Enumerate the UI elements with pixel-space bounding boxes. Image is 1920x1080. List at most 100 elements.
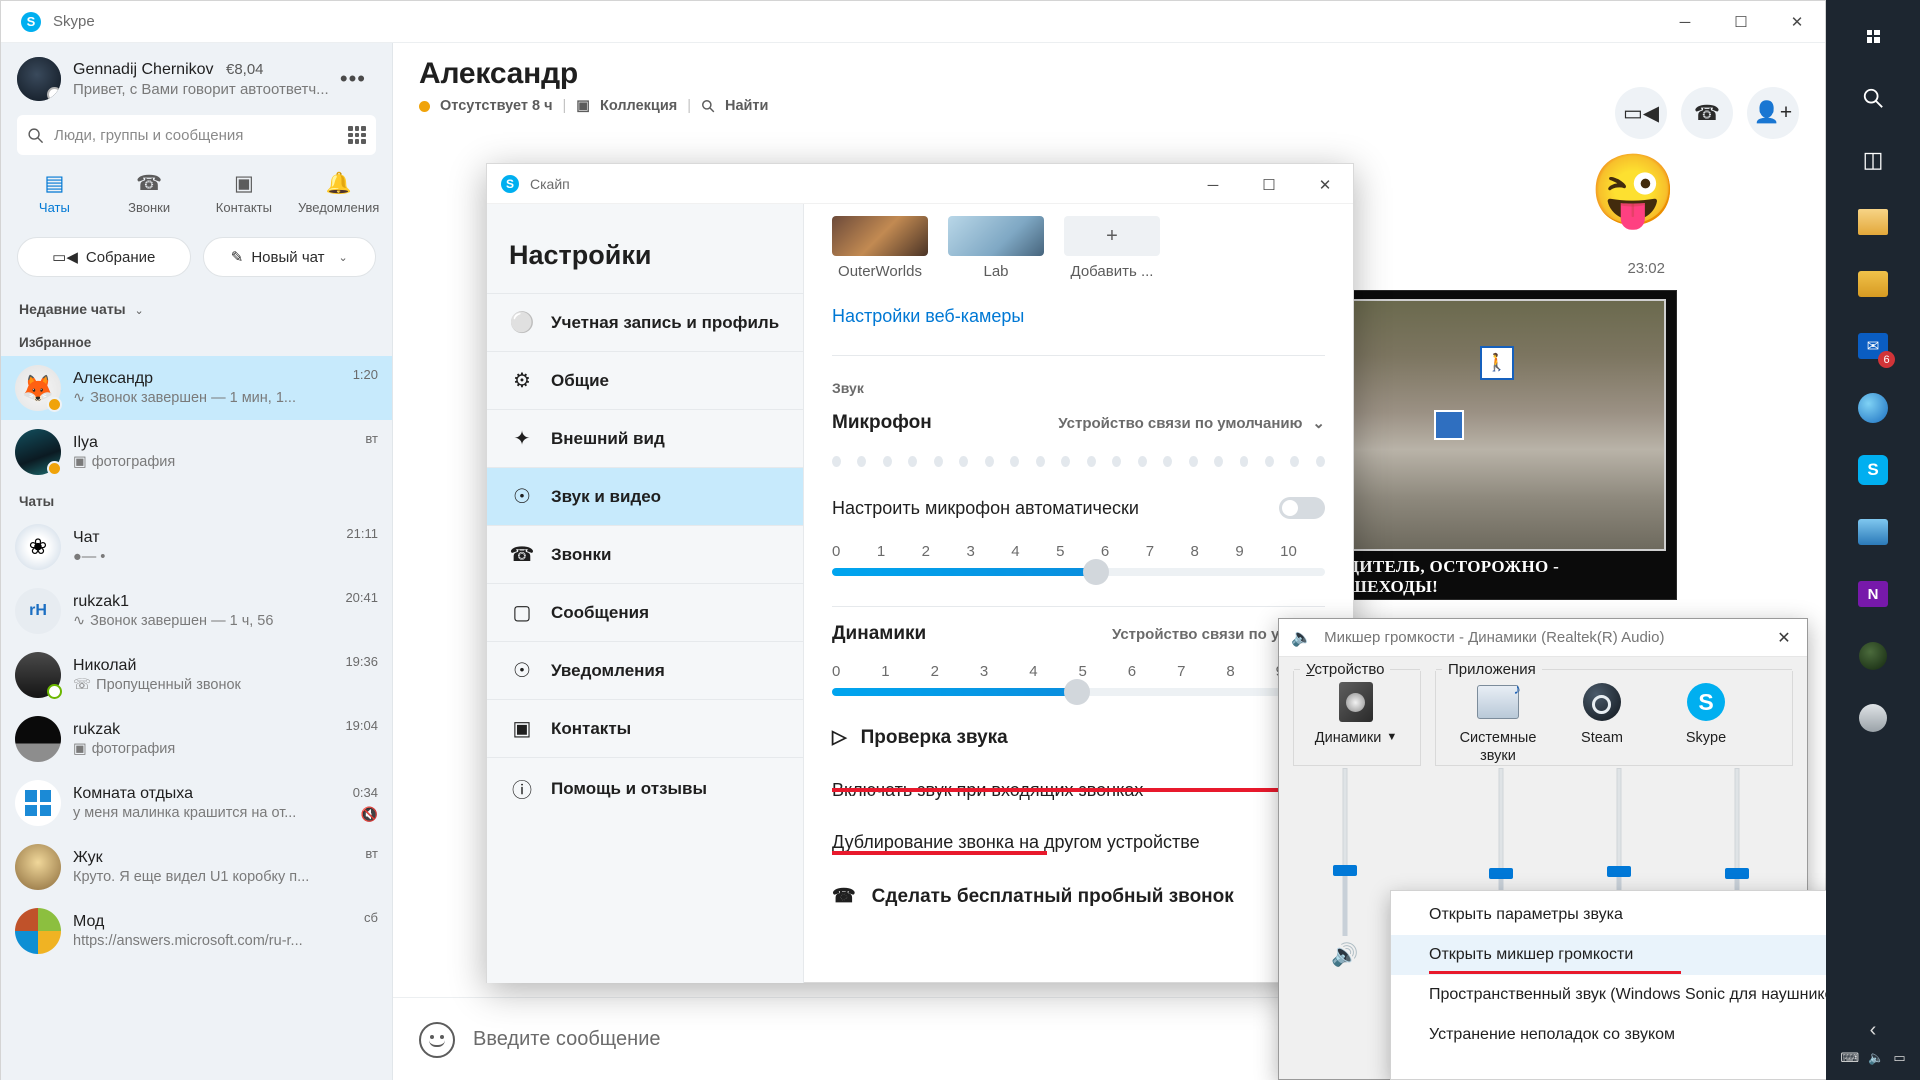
search-icon[interactable] [1845, 70, 1901, 126]
skype-taskbar-icon[interactable]: S [1845, 442, 1901, 498]
chat-time: 19:36 [345, 654, 378, 669]
tab-notifications-label: Уведомления [297, 200, 380, 215]
chat-list-item-aleksandr[interactable]: 🦊 Александр ∿ Звонок завершен — 1 мин, 1… [1, 356, 392, 420]
store-icon[interactable] [1845, 256, 1901, 312]
tab-notifications[interactable]: 🔔 Уведомления [291, 165, 386, 225]
chevron-down-icon[interactable]: ▼ [1386, 731, 1397, 745]
microphone-device-select[interactable]: Устройство связи по умолчанию ⌄ [1058, 414, 1325, 433]
auto-mic-toggle[interactable] [1279, 497, 1325, 519]
webcam-settings-link[interactable]: Настройки веб-камеры [832, 306, 1024, 327]
chevron-down-icon: ⌄ [1312, 415, 1325, 432]
settings-icon[interactable] [1845, 690, 1901, 746]
settings-nav-help[interactable]: ⓘ Помощь и отзывы [487, 757, 803, 819]
settings-nav-label: Общие [551, 370, 609, 390]
mixer-channel-skype[interactable]: S Skype [1654, 679, 1758, 765]
video-call-button[interactable]: ▭◀ [1615, 87, 1667, 139]
free-call-button[interactable]: ☎ Сделать бесплатный пробный звонок [832, 885, 1325, 908]
file-explorer-icon[interactable] [1845, 194, 1901, 250]
fader-speakers[interactable] [1293, 768, 1397, 937]
tab-chats[interactable]: ▤ Чаты [7, 165, 102, 225]
search-icon [701, 100, 715, 113]
camera-preset-add[interactable]: + Добавить ... [1064, 216, 1160, 280]
chat-list-item-chat[interactable]: ❀ Чат ●— • 21:11 [1, 515, 392, 579]
speakers-slider[interactable] [832, 679, 1325, 705]
chat-list-item-komnata-otdyha[interactable]: Комната отдыха у меня малинка крашится н… [1, 771, 392, 835]
settings-close-button[interactable]: ✕ [1297, 164, 1353, 206]
dialpad-icon[interactable] [348, 126, 366, 144]
mute-button-speakers[interactable]: 🔊 [1293, 936, 1397, 968]
tab-calls[interactable]: ☎ Звонки [102, 165, 197, 225]
chat-preview-text: https://answers.microsoft.com/ru-r... [73, 933, 303, 949]
profile-more-button[interactable]: ••• [330, 68, 376, 90]
windows-start-icon[interactable] [1845, 8, 1901, 64]
chat-list-item-zhuk[interactable]: Жук Круто. Я еще видел U1 коробку п... в… [1, 835, 392, 899]
mixer-channel-name: Системные звуки [1459, 730, 1537, 765]
mixer-channel-name: Skype [1685, 730, 1727, 746]
settings-nav-audio-video[interactable]: ☉ Звук и видео [487, 467, 803, 525]
tray-expand-chevron-icon[interactable]: ‹ [1870, 1019, 1877, 1042]
chat-preview: ●— • [73, 549, 334, 565]
settings-nav-appearance[interactable]: ✦ Внешний вид [487, 409, 803, 467]
image-icon: ▣ [73, 741, 87, 757]
task-view-icon[interactable]: ◫ [1845, 132, 1901, 188]
settings-nav-contacts[interactable]: ▣ Контакты [487, 699, 803, 757]
settings-nav-calls[interactable]: ☎ Звонки [487, 525, 803, 583]
settings-minimize-button[interactable]: ─ [1185, 164, 1241, 206]
settings-nav-account[interactable]: ⚪ Учетная запись и профиль [487, 293, 803, 351]
mixer-channel-system-sounds[interactable]: Системные звуки [1446, 679, 1550, 765]
action-buttons: ▭◀ Собрание ✎ Новый чат ⌄ [1, 225, 392, 287]
context-menu-label: Пространственный звук (Windows Sonic для… [1429, 986, 1848, 1003]
sidebar: Gennadij Chernikov €8,04 Привет, с Вами … [1, 43, 393, 1080]
divider [832, 355, 1325, 356]
search-input[interactable]: Люди, группы и сообщения [17, 115, 376, 155]
keyboard-icon[interactable]: ⌨ [1840, 1050, 1859, 1066]
find-link[interactable]: Найти [725, 98, 768, 114]
mixer-channel-speakers[interactable]: Динамики ▼ [1304, 679, 1408, 747]
camera-preset-outerworlds[interactable]: OuterWorlds [832, 216, 928, 280]
browser-icon[interactable] [1845, 380, 1901, 436]
chat-list-item-ilya[interactable]: Ilya ▣ фотография вт [1, 420, 392, 484]
settings-nav-general[interactable]: ⚙ Общие [487, 351, 803, 409]
close-button[interactable]: ✕ [1769, 1, 1825, 43]
notes-icon[interactable] [1845, 504, 1901, 560]
mixer-channel-steam[interactable]: Steam [1550, 679, 1654, 765]
collection-link[interactable]: Коллекция [600, 98, 677, 114]
avatar [15, 429, 62, 476]
audio-call-button[interactable]: ☎ [1681, 87, 1733, 139]
tab-contacts[interactable]: ▣ Контакты [197, 165, 292, 225]
mixer-close-button[interactable]: ✕ [1761, 619, 1807, 656]
minimize-button[interactable]: ─ [1657, 1, 1713, 43]
settings-maximize-button[interactable]: ☐ [1241, 164, 1297, 206]
message-photo[interactable]: 🚶 ВОДИТЕЛЬ, ОСТОРОЖНО - ПЕШЕХОДЫ! [1322, 290, 1677, 600]
chat-time: вт [365, 846, 378, 861]
chat-list-item-rukzak[interactable]: rukzak ▣ фотография 19:04 [1, 707, 392, 771]
add-people-button[interactable]: 👤+ [1747, 87, 1799, 139]
onenote-icon[interactable]: N [1845, 566, 1901, 622]
contacts-icon: ▣ [233, 172, 254, 195]
chat-list-item-rukzak1[interactable]: rH rukzak1 ∿ Звонок завершен — 1 ч, 56 2… [1, 579, 392, 643]
meeting-button[interactable]: ▭◀ Собрание [17, 237, 191, 277]
microphone-label: Микрофон [832, 412, 932, 433]
microphone-slider[interactable] [832, 559, 1325, 585]
chat-preview: ∿ Звонок завершен — 1 ч, 56 [73, 613, 333, 629]
chat-list-item-nikolay[interactable]: Николай ☏ Пропущенный звонок 19:36 [1, 643, 392, 707]
mail-icon[interactable]: ✉ 6 [1845, 318, 1901, 374]
emoji-picker-icon[interactable] [419, 1021, 455, 1058]
recent-chats-header[interactable]: Недавние чаты ⌄ [1, 287, 392, 325]
scale-tick: 0 [832, 543, 841, 560]
avatar[interactable] [17, 57, 61, 101]
message-input[interactable]: Введите сообщение [473, 1028, 661, 1051]
profile-row[interactable]: Gennadij Chernikov €8,04 Привет, с Вами … [1, 43, 392, 111]
test-sound-button[interactable]: ▷ Проверка звука [832, 726, 1325, 749]
camera-label: Добавить ... [1070, 263, 1154, 280]
camera-preset-lab[interactable]: Lab [948, 216, 1044, 280]
scale-tick: 3 [966, 543, 975, 560]
battery-icon[interactable]: ▭ [1893, 1050, 1905, 1066]
settings-nav-notifications[interactable]: ☉ Уведомления [487, 641, 803, 699]
chat-list-item-mod[interactable]: Мод https://answers.microsoft.com/ru-r..… [1, 899, 392, 963]
settings-nav-messaging[interactable]: ▢ Сообщения [487, 583, 803, 641]
volume-icon[interactable]: 🔈 [1868, 1050, 1884, 1066]
games-icon[interactable] [1845, 628, 1901, 684]
maximize-button[interactable]: ☐ [1713, 1, 1769, 43]
new-chat-button[interactable]: ✎ Новый чат ⌄ [202, 237, 376, 277]
